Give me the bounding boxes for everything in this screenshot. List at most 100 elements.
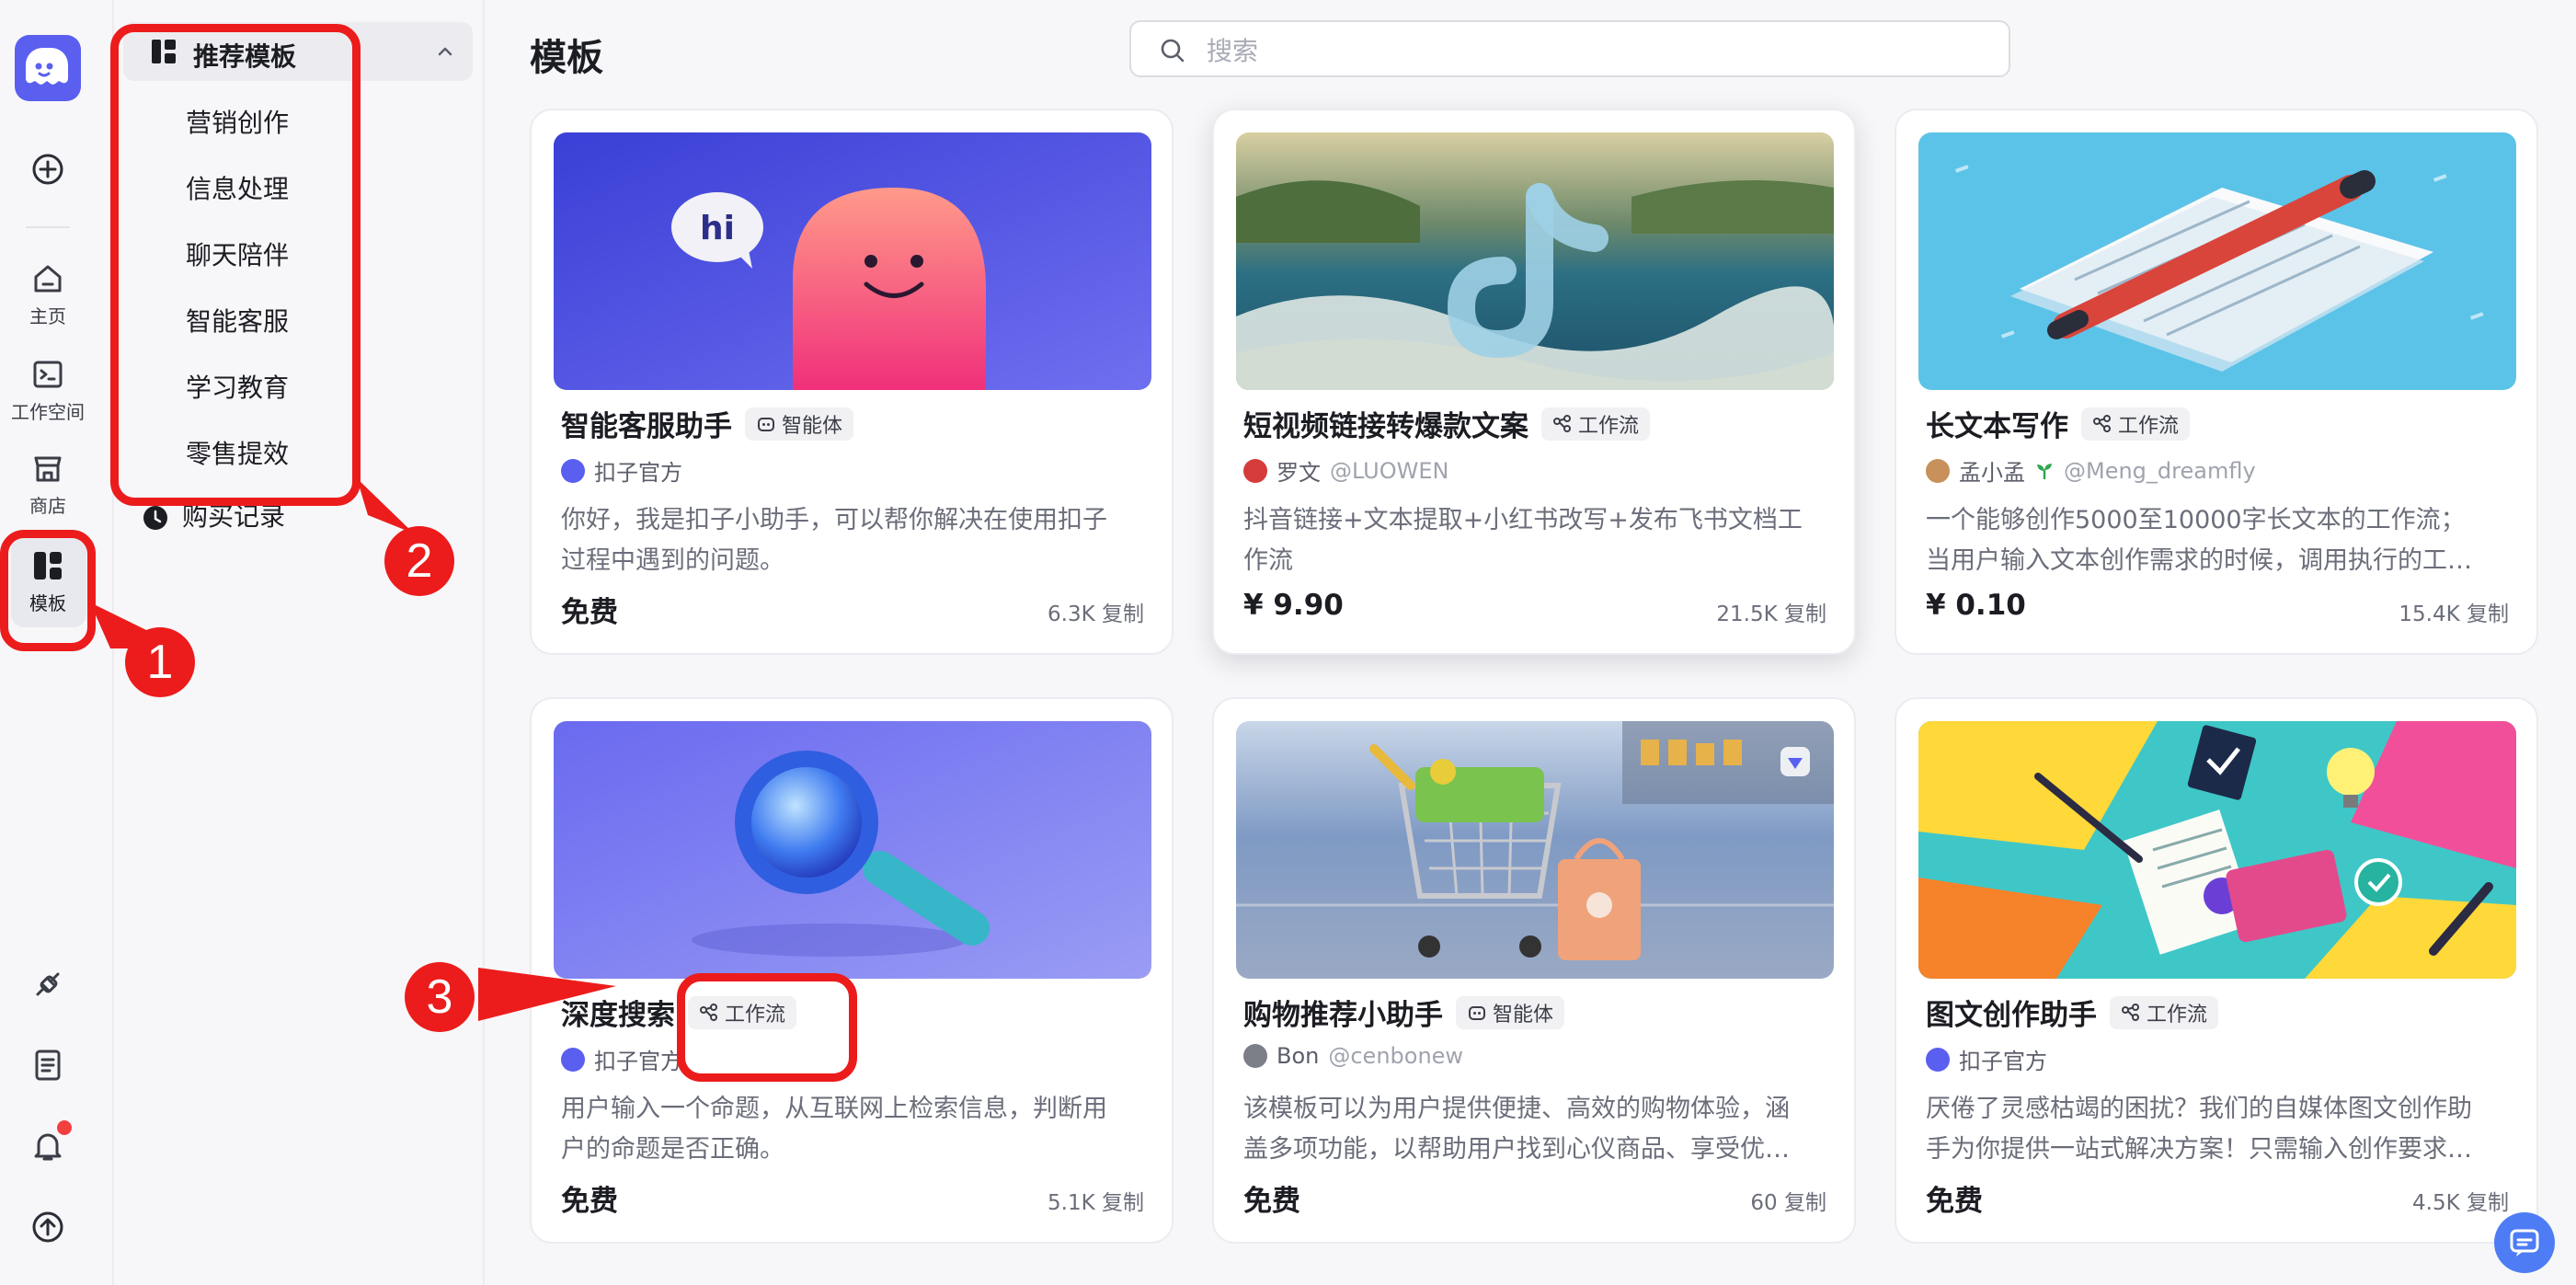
avatar <box>1243 1044 1267 1068</box>
card-type-label: 工作流 <box>2118 414 2180 438</box>
card-copy-count: 15.4K 复制 <box>2399 602 2509 626</box>
workflow-icon <box>2093 414 2111 432</box>
card-copy-count: 5.1K 复制 <box>1048 1191 1144 1215</box>
plugin-icon <box>36 972 60 996</box>
author-handle: @LUOWEN <box>1330 457 1449 484</box>
rail-label-home: 主页 <box>29 305 66 327</box>
rail-label-workspace: 工作空间 <box>11 401 85 423</box>
sprout-icon <box>2037 463 2052 479</box>
template-card-shopping[interactable]: 购物推荐小助手 智能体 Bon @cenbonew 该模板可以为用户提供便捷、高… <box>1212 697 1856 1244</box>
card-title-row: 智能客服助手 智能体 <box>561 403 854 444</box>
create-button[interactable] <box>0 151 96 188</box>
card-cover-image: hi <box>554 132 1151 390</box>
svg-text:hi: hi <box>700 210 735 247</box>
author-name: 孟小孟 <box>1959 460 2025 486</box>
annotation-box-workflow-tag <box>677 973 857 1082</box>
author-name: 扣子官方 <box>594 460 682 486</box>
template-card-short-video[interactable]: 短视频链接转爆款文案 工作流 罗文 @LUOWEN 抖音链接+文本提取+小红书改… <box>1212 109 1856 655</box>
author-handle: @cenbonew <box>1328 1043 1464 1069</box>
card-title-row: 图文创作助手 工作流 <box>1926 992 2219 1033</box>
card-price: 免费 <box>1243 1185 1300 1218</box>
annotation-number-3: 3 <box>405 962 475 1032</box>
author-name: 罗文 <box>1277 460 1321 486</box>
card-description: 厌倦了灵感枯竭的困扰？我们的自媒体图文创作助手为你提供一站式解决方案！只需输入创… <box>1926 1095 2472 1164</box>
workflow-icon <box>1553 414 1571 432</box>
rail-item-store[interactable]: 商店 <box>0 451 96 518</box>
avatar <box>1926 1047 1950 1072</box>
workflow-icon <box>2122 1003 2139 1021</box>
search-input[interactable] <box>1205 31 1990 70</box>
card-type-label: 智能体 <box>1493 1003 1554 1027</box>
card-type-tag: 智能体 <box>1456 995 1565 1029</box>
card-author[interactable]: 扣子官方 <box>561 454 682 487</box>
card-author[interactable]: 扣子官方 <box>561 1043 682 1075</box>
card-cover-image <box>1236 721 1834 979</box>
rail-item-home[interactable]: 主页 <box>0 261 96 328</box>
bot-icon <box>758 417 774 431</box>
card-price: ¥ 9.90 <box>1243 589 1344 622</box>
card-type-tag: 工作流 <box>2081 407 2191 441</box>
card-type-label: 工作流 <box>2147 1003 2208 1027</box>
card-title: 长文本写作 <box>1926 410 2068 443</box>
card-description: 一个能够创作5000至10000字长文本的工作流； 当用户输入文本创作需求的时候… <box>1926 506 2472 575</box>
bot-icon <box>1469 1005 1485 1020</box>
chat-icon <box>2510 1229 2539 1256</box>
card-price: 免费 <box>561 1185 618 1218</box>
help-chat-button[interactable] <box>2494 1212 2555 1273</box>
template-card-long-text[interactable]: 长文本写作 工作流 孟小孟 @Meng_dreamfly 一个能够创作5000至… <box>1895 109 2538 655</box>
author-name: Bon <box>1277 1043 1320 1069</box>
card-author[interactable]: 扣子官方 <box>1926 1043 2047 1075</box>
search-box[interactable] <box>1129 20 2010 77</box>
rail-item-workspace[interactable]: 工作空间 <box>0 357 96 424</box>
card-description: 该模板可以为用户提供便捷、高效的购物体验，涵盖多项功能，以帮助用户找到心仪商品、… <box>1243 1095 1790 1164</box>
avatar <box>1926 458 1950 483</box>
card-cover-image <box>1918 132 2516 390</box>
card-title: 图文创作助手 <box>1926 999 2097 1032</box>
card-title: 购物推荐小助手 <box>1243 999 1443 1032</box>
card-author[interactable]: Bon @cenbonew <box>1243 1043 1463 1069</box>
rail-label-store: 商店 <box>29 495 66 517</box>
avatar <box>561 458 585 483</box>
notification-badge <box>57 1120 72 1135</box>
card-author[interactable]: 罗文 @LUOWEN <box>1243 454 1448 487</box>
card-cover-image <box>1236 132 1834 390</box>
card-cover-image <box>1918 721 2516 979</box>
card-cover-image <box>554 721 1151 979</box>
plus-circle-icon <box>32 154 63 185</box>
annotation-number-1: 1 <box>125 627 195 697</box>
plugin-button[interactable] <box>0 966 96 1003</box>
notifications-button[interactable] <box>0 1128 96 1165</box>
author-name: 扣子官方 <box>1959 1049 2047 1074</box>
template-card-deep-search[interactable]: 深度搜索 工作流 扣子官方 用户输入一个命题，从互联网上检索信息，判断用户的命题… <box>530 697 1174 1244</box>
avatar <box>1243 458 1267 483</box>
card-type-label: 工作流 <box>1578 414 1640 438</box>
card-type-tag: 工作流 <box>2110 995 2219 1029</box>
search-icon <box>1161 39 1185 63</box>
card-price: ¥ 0.10 <box>1926 589 2026 622</box>
card-copy-count: 60 复制 <box>1750 1191 1826 1215</box>
card-type-label: 智能体 <box>782 414 843 438</box>
terminal-folder-icon <box>33 361 63 388</box>
docs-button[interactable] <box>0 1047 96 1084</box>
card-price: 免费 <box>561 596 618 629</box>
upload-icon <box>32 1211 63 1243</box>
coze-logo[interactable] <box>15 35 81 101</box>
document-icon <box>35 1050 61 1081</box>
upgrade-button[interactable] <box>0 1209 96 1245</box>
card-price: 免费 <box>1926 1185 1983 1218</box>
card-title-row: 短视频链接转爆款文案 工作流 <box>1243 403 1651 444</box>
card-type-tag: 智能体 <box>745 407 854 441</box>
page-title: 模板 <box>530 37 603 79</box>
template-card-smart-cs[interactable]: hi 智能客服助手 智能体 扣子官方 你好，我是扣子小助手，可以帮你解决在使用扣… <box>530 109 1174 655</box>
card-title-row: 长文本写作 工作流 <box>1926 403 2191 444</box>
card-copy-count: 21.5K 复制 <box>1716 602 1826 626</box>
card-description: 用户输入一个命题，从互联网上检索信息，判断用户的命题是否正确。 <box>561 1095 1107 1164</box>
rail-divider <box>26 226 70 228</box>
card-title: 智能客服助手 <box>561 410 732 443</box>
card-title: 深度搜索 <box>561 999 675 1032</box>
card-copy-count: 6.3K 复制 <box>1048 602 1144 626</box>
template-card-image-text[interactable]: 图文创作助手 工作流 扣子官方 厌倦了灵感枯竭的困扰？我们的自媒体图文创作助手为… <box>1895 697 2538 1244</box>
card-description: 你好，我是扣子小助手，可以帮你解决在使用扣子过程中遇到的问题。 <box>561 506 1107 575</box>
avatar <box>561 1047 585 1072</box>
card-author[interactable]: 孟小孟 @Meng_dreamfly <box>1926 454 2256 487</box>
